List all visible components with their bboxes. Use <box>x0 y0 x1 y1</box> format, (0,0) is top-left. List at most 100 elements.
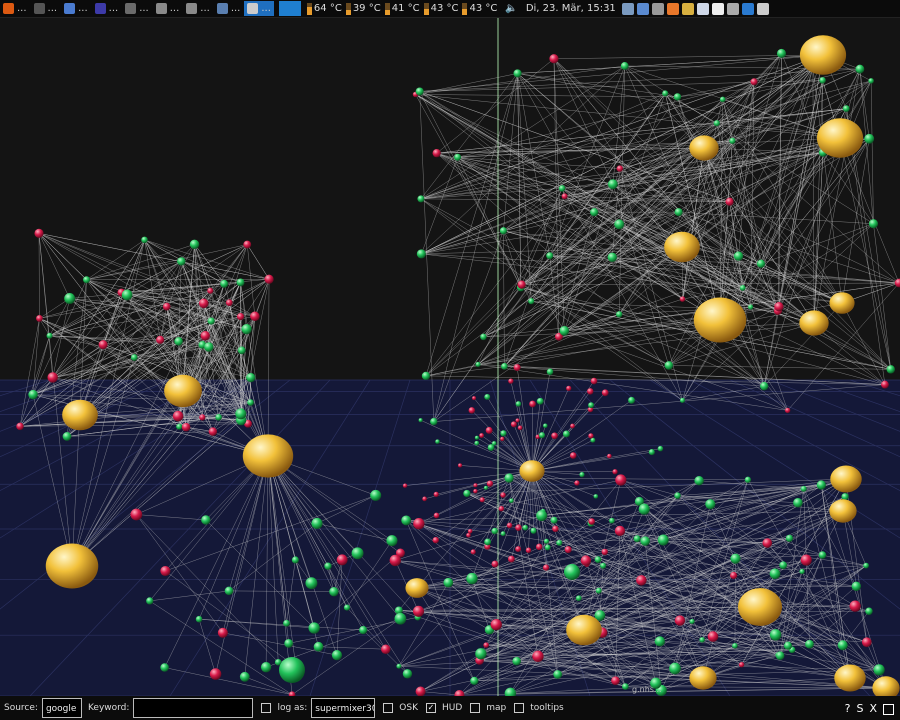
green-node[interactable] <box>868 219 879 229</box>
green-node[interactable] <box>160 663 169 672</box>
green-node[interactable] <box>536 510 548 522</box>
red-node[interactable] <box>611 676 620 685</box>
red-node[interactable] <box>607 453 612 459</box>
green-node[interactable] <box>657 445 664 452</box>
keyword-input[interactable] <box>133 698 254 718</box>
red-node[interactable] <box>707 631 719 642</box>
green-node[interactable] <box>484 393 491 400</box>
red-node[interactable] <box>725 197 734 206</box>
green-node[interactable] <box>62 432 72 441</box>
red-node[interactable] <box>510 421 517 428</box>
green-node[interactable] <box>620 62 629 70</box>
green-node[interactable] <box>564 564 580 580</box>
green-node[interactable] <box>593 494 599 499</box>
power-icon[interactable] <box>741 2 754 15</box>
hub-node[interactable] <box>45 543 99 589</box>
red-node[interactable] <box>479 433 485 438</box>
green-node[interactable] <box>174 337 183 346</box>
green-node[interactable] <box>600 562 607 569</box>
red-node[interactable] <box>16 422 24 431</box>
red-node[interactable] <box>881 380 889 389</box>
document-icon[interactable] <box>711 2 724 15</box>
taskbar-task[interactable]: ... <box>214 1 244 16</box>
red-node[interactable] <box>491 560 499 568</box>
green-node[interactable] <box>195 615 203 623</box>
red-node[interactable] <box>679 296 686 302</box>
green-node[interactable] <box>484 538 492 546</box>
green-node[interactable] <box>594 556 602 563</box>
red-node[interactable] <box>506 522 513 529</box>
green-node[interactable] <box>669 662 681 675</box>
clock[interactable]: Di, 23. Mär, 15:31 <box>526 3 616 14</box>
green-node[interactable] <box>546 252 554 260</box>
green-node[interactable] <box>236 278 245 287</box>
red-node[interactable] <box>849 600 861 612</box>
green-node[interactable] <box>201 515 211 525</box>
red-node[interactable] <box>587 388 594 395</box>
green-node[interactable] <box>246 372 256 383</box>
green-node[interactable] <box>500 430 507 437</box>
red-node[interactable] <box>615 474 627 486</box>
red-node[interactable] <box>412 605 425 617</box>
red-node[interactable] <box>156 335 165 344</box>
red-node[interactable] <box>614 525 626 537</box>
taskbar-task[interactable]: ... <box>92 1 122 16</box>
green-node[interactable] <box>769 568 781 580</box>
green-node[interactable] <box>474 435 479 440</box>
red-node[interactable] <box>616 165 624 172</box>
red-node[interactable] <box>47 372 58 383</box>
green-node[interactable] <box>705 499 716 510</box>
red-node[interactable] <box>588 433 594 439</box>
green-node[interactable] <box>130 354 138 361</box>
green-node[interactable] <box>28 389 38 400</box>
red-node[interactable] <box>458 463 463 468</box>
green-node[interactable] <box>732 642 738 649</box>
red-node[interactable] <box>36 315 43 322</box>
green-node[interactable] <box>470 676 479 685</box>
green-node[interactable] <box>512 656 521 666</box>
green-node[interactable] <box>694 476 704 486</box>
green-node[interactable] <box>543 423 548 429</box>
green-node[interactable] <box>776 48 787 59</box>
red-node[interactable] <box>402 483 408 488</box>
green-node[interactable] <box>664 361 674 370</box>
red-node[interactable] <box>784 407 791 414</box>
green-node[interactable] <box>793 498 803 508</box>
red-node[interactable] <box>209 668 222 680</box>
red-node[interactable] <box>336 554 348 566</box>
red-node[interactable] <box>774 302 784 312</box>
green-node[interactable] <box>614 219 625 230</box>
green-node[interactable] <box>311 517 323 529</box>
green-node[interactable] <box>331 650 343 661</box>
red-node[interactable] <box>566 385 572 391</box>
red-node[interactable] <box>570 423 575 429</box>
red-node[interactable] <box>485 426 493 434</box>
green-node[interactable] <box>674 492 681 499</box>
red-node[interactable] <box>98 340 108 350</box>
red-node[interactable] <box>483 642 489 648</box>
red-node[interactable] <box>515 418 520 423</box>
red-node[interactable] <box>236 313 245 321</box>
red-node[interactable] <box>468 407 476 414</box>
red-node[interactable] <box>800 554 812 566</box>
green-node[interactable] <box>544 538 550 544</box>
green-node[interactable] <box>215 414 222 421</box>
hub-node[interactable] <box>693 297 747 343</box>
hub-node[interactable] <box>830 465 862 493</box>
red-node[interactable] <box>762 538 773 548</box>
red-node[interactable] <box>542 564 550 571</box>
green-node[interactable] <box>575 595 582 602</box>
green-node[interactable] <box>648 449 655 456</box>
green-node[interactable] <box>739 285 746 291</box>
red-node[interactable] <box>588 518 595 525</box>
green-node[interactable] <box>359 626 368 635</box>
green-node[interactable] <box>283 619 290 627</box>
green-node[interactable] <box>544 544 551 551</box>
red-node[interactable] <box>601 548 608 556</box>
green-node[interactable] <box>756 259 766 268</box>
trash-icon[interactable] <box>726 2 739 15</box>
green-node[interactable] <box>550 516 558 524</box>
hub-node[interactable] <box>566 614 602 646</box>
green-node[interactable] <box>865 607 873 615</box>
green-node[interactable] <box>886 365 895 374</box>
